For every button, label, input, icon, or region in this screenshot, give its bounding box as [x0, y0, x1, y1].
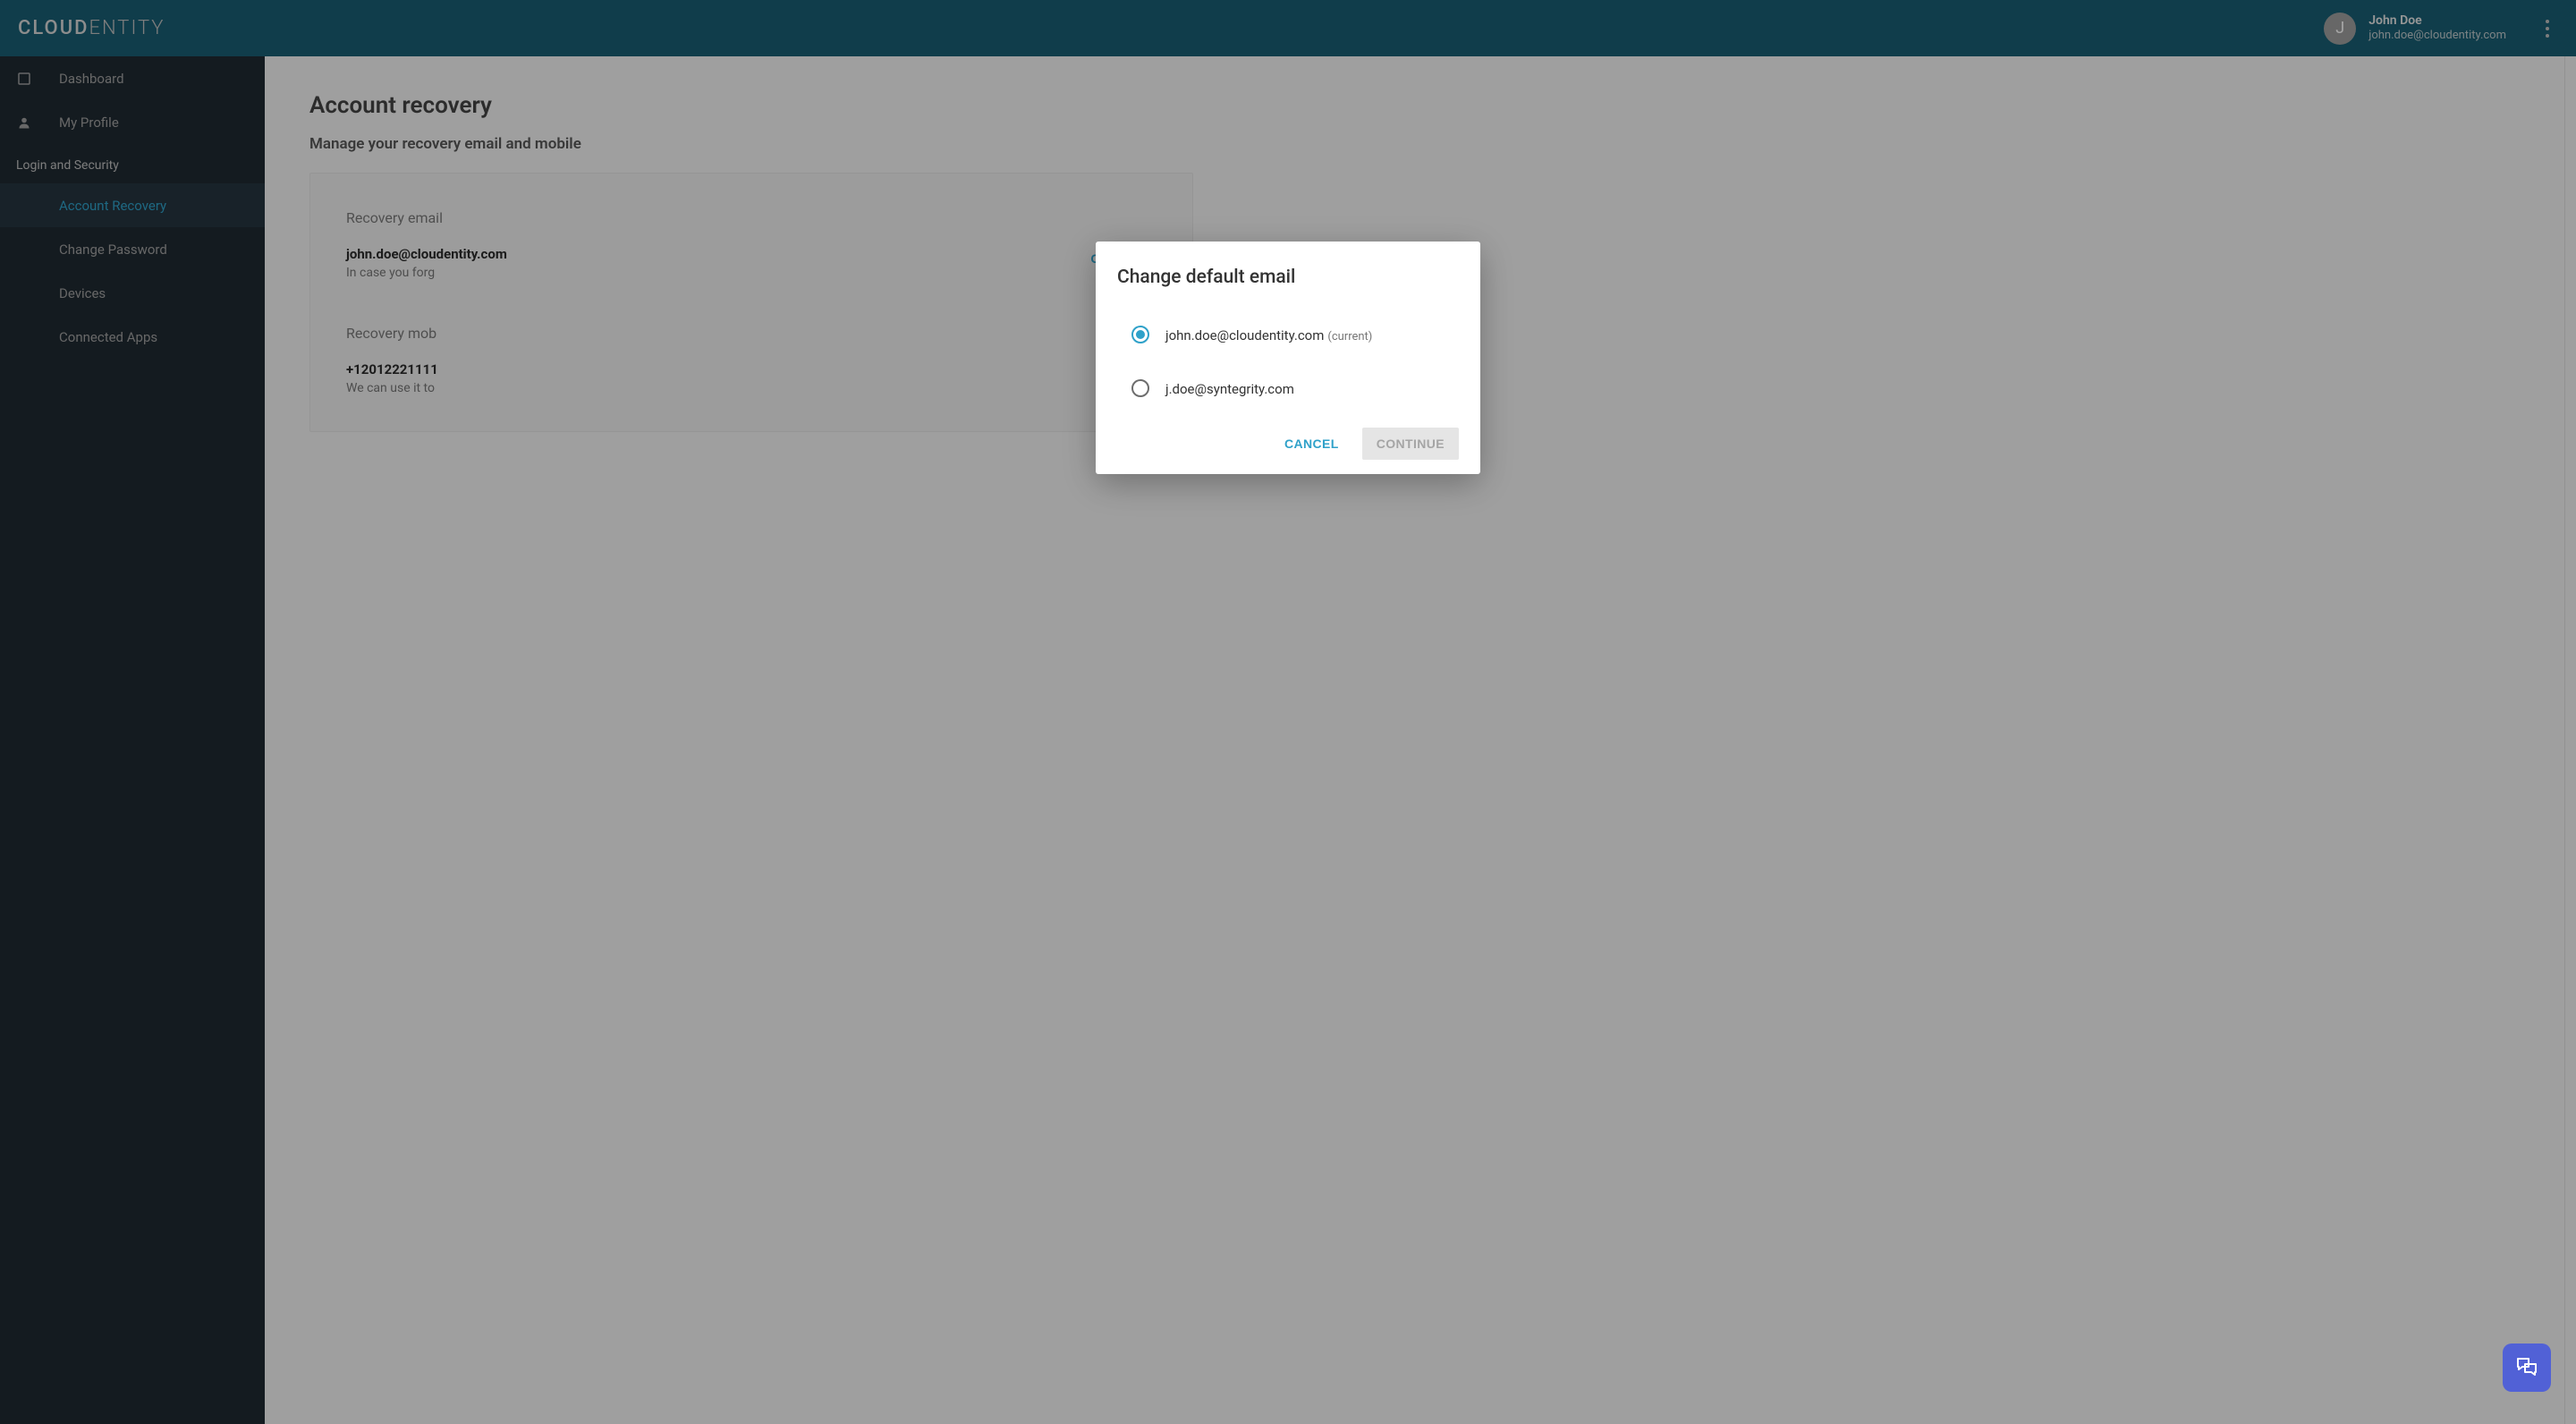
- cancel-button[interactable]: CANCEL: [1272, 428, 1352, 460]
- modal-title: Change default email: [1117, 267, 1459, 288]
- radio-icon: [1131, 326, 1149, 343]
- chat-icon: [2514, 1355, 2539, 1380]
- email-option-label: john.doe@cloudentity.com: [1165, 327, 1324, 343]
- change-email-modal: Change default email john.doe@cloudentit…: [1096, 242, 1480, 474]
- email-option-label: j.doe@syntegrity.com: [1165, 381, 1294, 397]
- continue-button[interactable]: CONTINUE: [1362, 428, 1459, 460]
- modal-overlay[interactable]: Change default email john.doe@cloudentit…: [0, 0, 2576, 1424]
- radio-icon: [1131, 379, 1149, 397]
- email-option-tag: (current): [1327, 330, 1372, 343]
- modal-actions: CANCEL CONTINUE: [1117, 428, 1459, 460]
- email-option-0[interactable]: john.doe@cloudentity.com (current): [1117, 320, 1459, 349]
- chat-widget-button[interactable]: [2503, 1343, 2551, 1392]
- email-option-1[interactable]: j.doe@syntegrity.com: [1117, 374, 1459, 403]
